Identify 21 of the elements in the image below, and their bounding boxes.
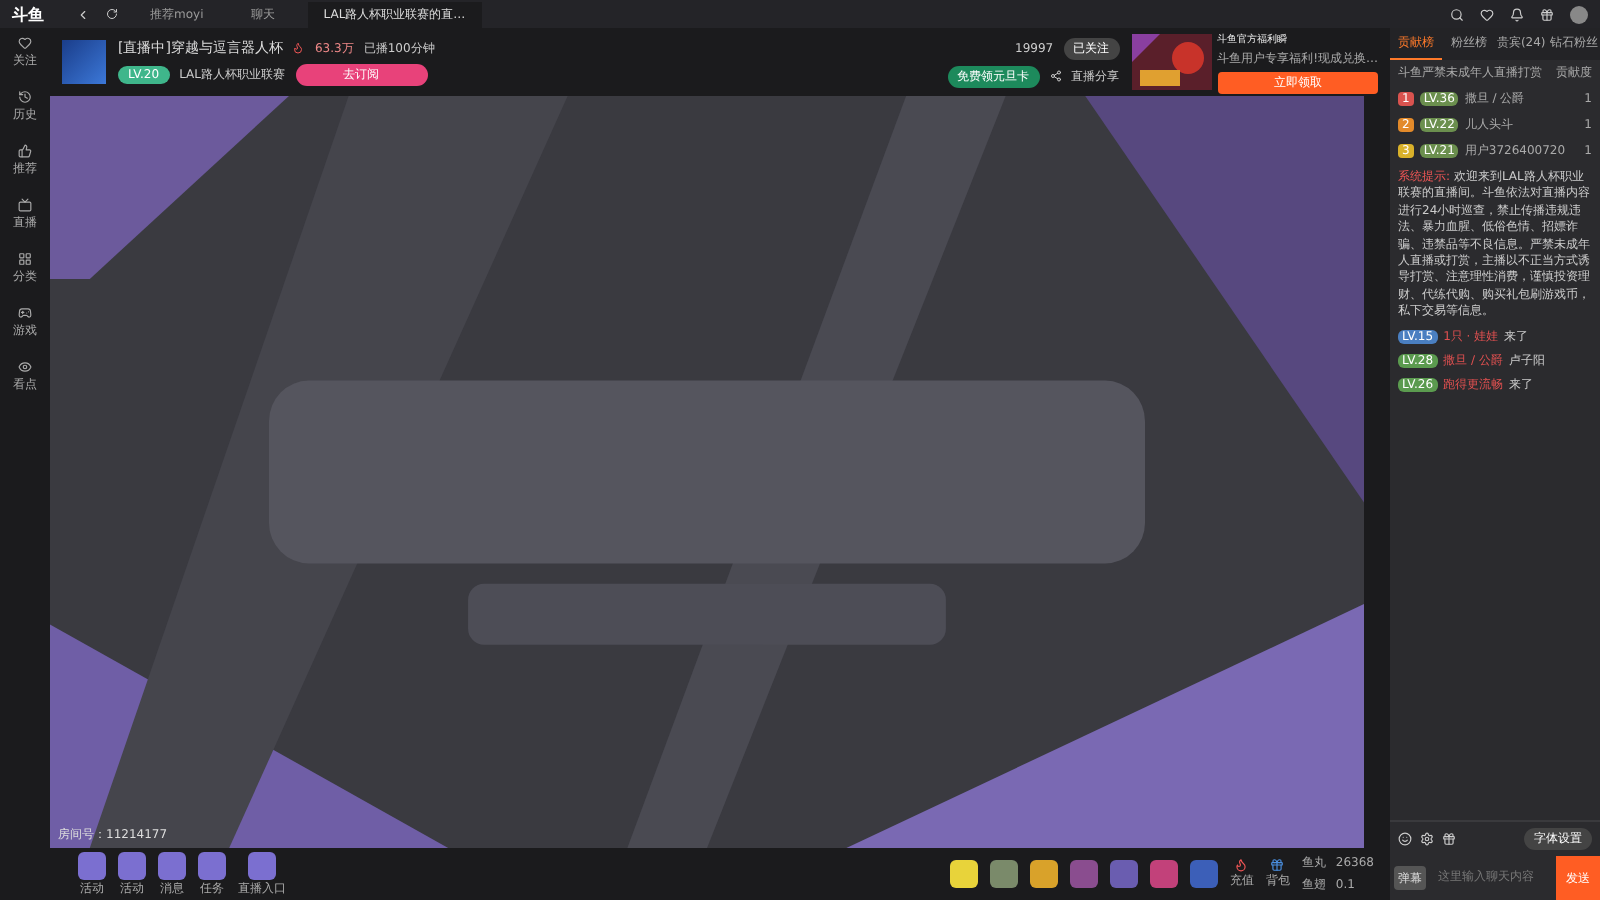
tv-icon[interactable] bbox=[18, 198, 32, 212]
backpack-icon[interactable] bbox=[1270, 858, 1285, 872]
grid-icon[interactable] bbox=[18, 252, 32, 266]
reload-icon[interactable] bbox=[106, 8, 118, 20]
back-icon[interactable] bbox=[76, 7, 90, 21]
gamepad-icon[interactable] bbox=[18, 306, 32, 320]
recharge-icon[interactable] bbox=[1234, 858, 1249, 872]
emoji-icon[interactable] bbox=[1398, 832, 1412, 846]
flame-icon bbox=[292, 42, 305, 54]
search-icon[interactable] bbox=[1450, 7, 1464, 21]
avatar-icon[interactable] bbox=[1570, 5, 1588, 23]
thumbs-up-icon[interactable] bbox=[18, 144, 32, 158]
site-logo[interactable]: 斗鱼 bbox=[12, 3, 44, 25]
heart-icon[interactable] bbox=[18, 36, 32, 50]
eye-icon[interactable] bbox=[18, 360, 32, 374]
heart-icon[interactable] bbox=[1480, 7, 1494, 21]
bell-icon[interactable] bbox=[1510, 7, 1524, 21]
channel-avatar bbox=[62, 40, 106, 84]
settings-icon[interactable] bbox=[1420, 832, 1434, 846]
clock-icon[interactable] bbox=[18, 90, 32, 104]
share-icon[interactable] bbox=[1049, 70, 1062, 82]
